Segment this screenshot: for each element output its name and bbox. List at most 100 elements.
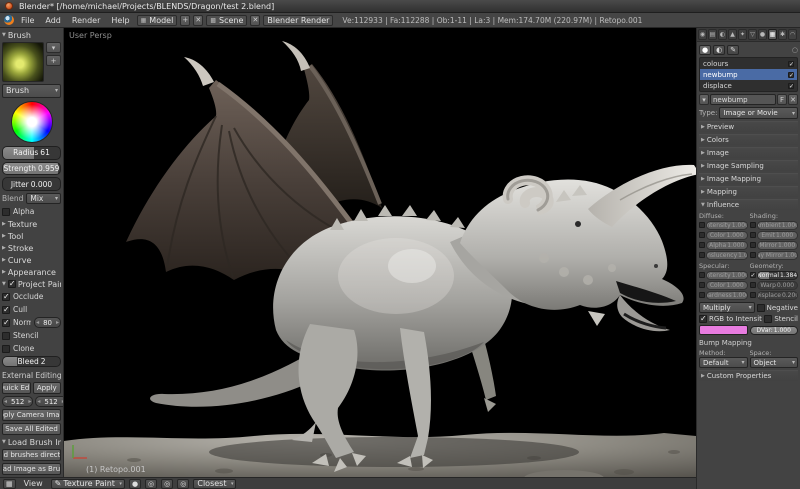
shading-mirror-toggle[interactable] <box>749 242 756 248</box>
mode-selector[interactable]: ✎ Texture Paint <box>50 478 125 489</box>
brush-preview[interactable] <box>2 42 44 82</box>
texture-slot-row[interactable]: newbump <box>700 69 797 80</box>
tab-texture-icon[interactable]: ▦ <box>768 29 777 40</box>
tab-world-icon[interactable]: ◐ <box>718 29 727 40</box>
material-textures-icon[interactable]: ● <box>699 44 712 55</box>
fake-user-button[interactable]: F <box>777 94 787 105</box>
quick-edit-button[interactable]: Quick Edit <box>2 382 31 394</box>
brush-textures-icon[interactable]: ✎ <box>727 44 740 55</box>
load-brushes-directory-button[interactable]: Load brushes directory <box>2 449 61 461</box>
menu-render[interactable]: Render <box>68 16 104 25</box>
apply-camera-image-button[interactable]: Apply Camera Image <box>2 409 61 421</box>
panel-colors[interactable]: Colors <box>699 134 798 145</box>
menu-add[interactable]: Add <box>41 16 65 25</box>
blend-mode-dropdown[interactable]: Multiply <box>699 302 755 313</box>
occlude-checkbox[interactable] <box>2 292 10 301</box>
panel-project-paint[interactable]: Project Paint <box>2 279 61 289</box>
geometry-normal-toggle[interactable] <box>749 272 756 279</box>
shading-emit-toggle[interactable] <box>749 232 756 238</box>
panel-preview[interactable]: Preview <box>699 121 798 132</box>
shading-ray-mirror-slider[interactable]: Ray Mirror1.000 <box>756 250 798 260</box>
shading-ray-mirror-toggle[interactable] <box>749 252 756 258</box>
pin-icon[interactable]: ○ <box>792 46 798 54</box>
radius-slider[interactable]: Radius 61 <box>2 145 61 160</box>
specular-hardness-slider[interactable]: Hardness1.000 <box>706 290 748 300</box>
shading-ambient-toggle[interactable] <box>749 222 756 228</box>
dvar-slider[interactable]: DVar: 1.000 <box>749 325 798 335</box>
falloff-button-1[interactable]: ◎ <box>145 478 158 489</box>
close-layout-button[interactable]: ✕ <box>193 14 204 26</box>
geometry-warp-toggle[interactable] <box>749 282 756 288</box>
geometry-normal-slider[interactable]: Normal 1.384 <box>756 270 798 280</box>
render-engine-selector[interactable]: Blender Render <box>263 14 334 26</box>
screen-layout-selector[interactable]: ▦ Model <box>136 14 178 26</box>
tab-scene-icon[interactable]: ▤ <box>708 29 717 40</box>
specular-color-slider[interactable]: Color 1.000 <box>706 280 748 290</box>
menu-file[interactable]: File <box>17 16 38 25</box>
diffuse-color-toggle[interactable] <box>699 232 705 238</box>
tab-object-data-icon[interactable]: ▽ <box>748 29 757 40</box>
slot-visibility-checkbox[interactable] <box>788 60 794 68</box>
tab-physics-icon[interactable]: ◠ <box>788 29 797 40</box>
bleed-slider[interactable]: Bleed 2 <box>2 356 61 367</box>
falloff-button-2[interactable]: ◎ <box>161 478 174 489</box>
geometry-displace-toggle[interactable] <box>749 292 756 298</box>
load-image-as-brush-button[interactable]: Load Image as Brush <box>2 463 61 475</box>
normal-angle-field[interactable]: 80 <box>34 317 61 328</box>
clone-checkbox[interactable] <box>2 344 10 353</box>
stencil-checkbox[interactable] <box>2 331 10 340</box>
bump-method-dropdown[interactable]: Default <box>699 357 748 368</box>
project-paint-checkbox[interactable] <box>7 279 16 288</box>
shading-emit-slider[interactable]: Emit 1.000 <box>756 230 798 240</box>
panel-tool[interactable]: Tool <box>2 231 61 241</box>
sampling-dropdown[interactable]: Closest <box>193 478 237 489</box>
color-wheel-picker[interactable] <box>10 100 53 143</box>
panel-mapping[interactable]: Mapping <box>699 186 798 197</box>
diffuse-alpha-slider[interactable]: Alpha 1.000 <box>706 240 748 250</box>
blend-mode-dropdown[interactable]: Mix <box>26 193 61 204</box>
texture-slot-row[interactable]: colours <box>700 58 797 69</box>
viewport-shading-button[interactable]: ● <box>128 478 142 489</box>
rgb-to-intensity-checkbox[interactable] <box>699 314 707 323</box>
panel-image-mapping[interactable]: Image Mapping <box>699 173 798 184</box>
view-menu[interactable]: View <box>20 479 47 488</box>
tab-material-icon[interactable]: ● <box>758 29 767 40</box>
diffuse-color-slider[interactable]: Color 1.000 <box>706 230 748 240</box>
tab-render-icon[interactable]: ◉ <box>698 29 707 40</box>
diffuse-intensity-toggle[interactable] <box>699 222 705 228</box>
texture-browse-button[interactable]: ▾ <box>699 94 709 105</box>
negative-checkbox[interactable] <box>756 303 765 312</box>
resolution-x-field[interactable]: 512 <box>2 396 34 407</box>
panel-image[interactable]: Image <box>699 147 798 158</box>
apply-button[interactable]: Apply <box>32 382 61 394</box>
texture-name-field[interactable]: newbump <box>710 94 776 105</box>
3d-viewport[interactable]: User Persp (1) Retopo.001 <box>64 28 696 477</box>
shading-ambient-slider[interactable]: Ambient1.000 <box>756 220 798 230</box>
slot-visibility-checkbox[interactable] <box>788 82 794 90</box>
brush-browse-button[interactable]: ▾ <box>46 42 61 53</box>
panel-load-brush-images[interactable]: Load Brush Images <box>2 437 61 447</box>
brush-selector[interactable]: Brush <box>2 84 61 98</box>
shading-mirror-slider[interactable]: Mirror 1.000 <box>756 240 798 250</box>
world-textures-icon[interactable]: ◐ <box>713 44 726 55</box>
panel-appearance[interactable]: Appearance <box>2 267 61 277</box>
window-close-button[interactable] <box>5 2 13 10</box>
scene-selector[interactable]: ▩ Scene <box>206 14 248 26</box>
geometry-displace-slider[interactable]: Displace0.200 <box>756 290 798 300</box>
editor-type-button[interactable]: ▦ <box>3 478 16 489</box>
tab-object-icon[interactable]: ▲ <box>728 29 737 40</box>
blender-logo-icon[interactable] <box>4 15 14 25</box>
tab-particles-icon[interactable]: ✱ <box>778 29 787 40</box>
tab-modifiers-icon[interactable]: ✦ <box>738 29 747 40</box>
save-all-edited-button[interactable]: Save All Edited <box>2 423 61 435</box>
resolution-y-field[interactable]: 512 <box>35 396 63 407</box>
specular-hardness-toggle[interactable] <box>699 292 705 298</box>
strength-slider[interactable]: Strength 0.959 <box>2 161 61 176</box>
specular-intensity-slider[interactable]: Intensity1.000 <box>706 270 748 280</box>
jitter-slider[interactable]: Jitter 0.000 <box>2 177 61 191</box>
unlink-texture-button[interactable]: ✕ <box>788 94 798 105</box>
normal-checkbox[interactable] <box>2 318 10 327</box>
panel-texture[interactable]: Texture <box>2 219 61 229</box>
falloff-button-3[interactable]: ◎ <box>177 478 190 489</box>
stencil-checkbox[interactable] <box>764 315 773 323</box>
